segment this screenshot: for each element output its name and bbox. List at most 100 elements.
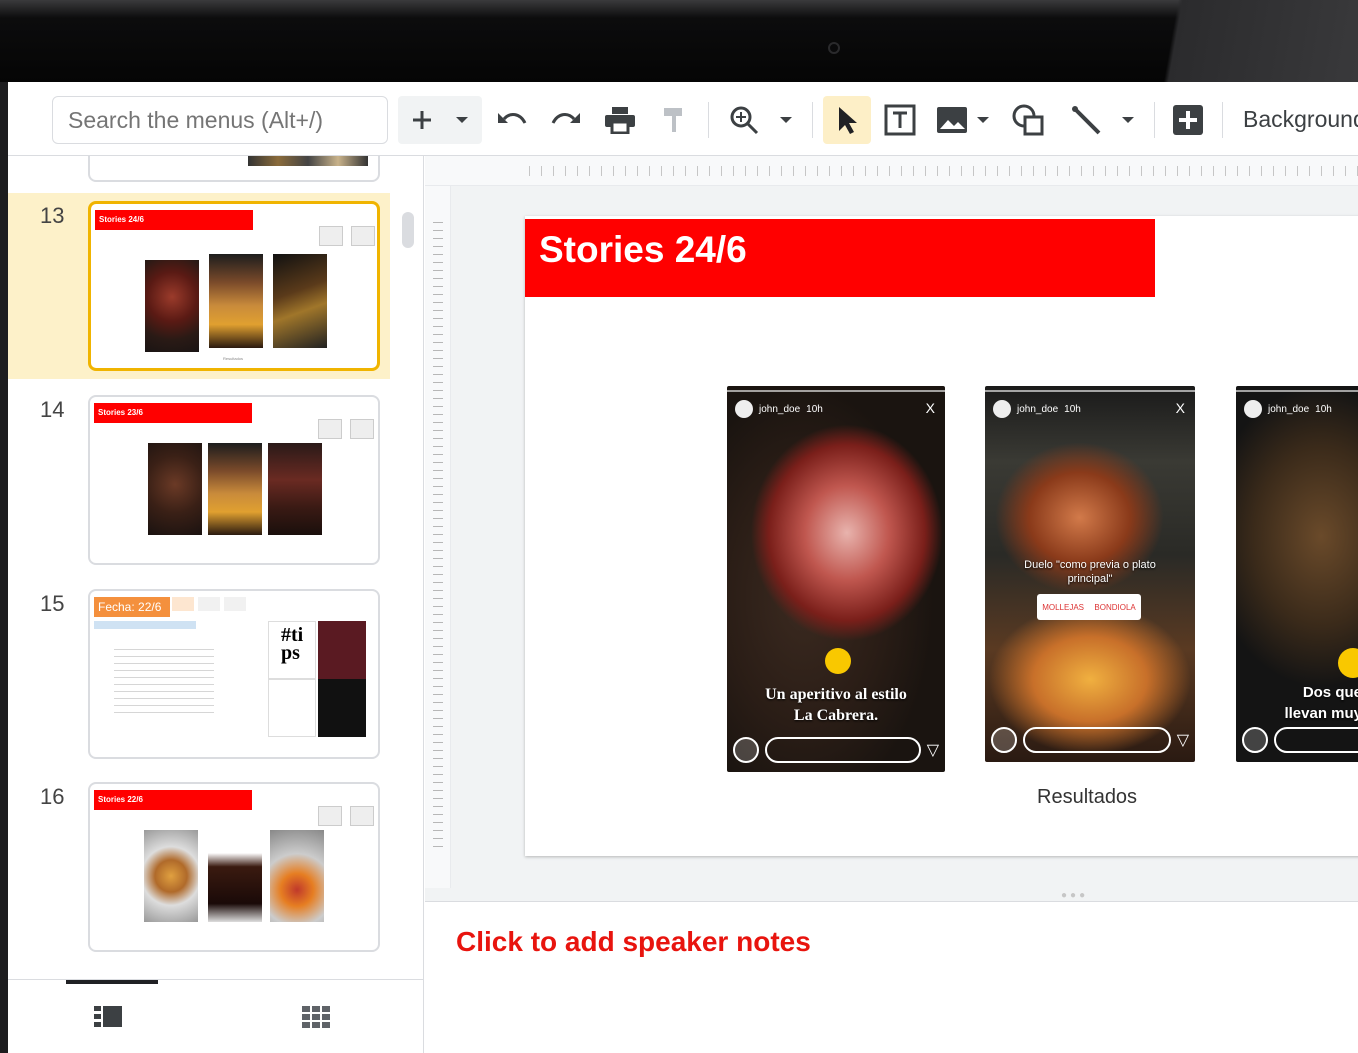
results-label[interactable]: Resultados (1037, 786, 1137, 809)
toolbar-separator (812, 102, 813, 138)
drag-handle-icon[interactable]: ●●● (1061, 890, 1088, 901)
thumbnail-story-image (209, 254, 263, 348)
avatar (993, 400, 1011, 418)
slide-title[interactable]: Stories 24/6 (539, 229, 747, 271)
print-icon[interactable] (600, 96, 640, 144)
story-reply-bar (1242, 726, 1358, 754)
thumbnail-story-image (270, 830, 324, 922)
story-time: 10h (1315, 403, 1332, 415)
zoom-icon[interactable] (724, 96, 764, 144)
filmstrip-scrollbar[interactable] (402, 212, 414, 248)
zoom-dropdown-icon[interactable] (772, 96, 800, 144)
line-dropdown-icon[interactable] (1114, 96, 1142, 144)
camera-icon (733, 737, 759, 763)
slide-thumbnail[interactable]: Stories 23/6 (88, 395, 380, 565)
line-icon[interactable] (1064, 96, 1108, 144)
toolbar: Background (8, 82, 1358, 156)
current-slide[interactable]: Stories 24/6 john_doe 10h X Un aperitivo… (525, 216, 1358, 856)
search-menus-input[interactable] (52, 96, 388, 144)
slide-thumbnail[interactable]: Stories 22/6 (88, 782, 380, 952)
story-reply-bar: ▽ (991, 726, 1189, 754)
undo-icon[interactable] (492, 96, 532, 144)
filmstrip-item-15[interactable]: 15 Fecha: 22/6 #ti ps (8, 581, 390, 767)
ok-hand-icon (825, 648, 851, 674)
avatar (735, 400, 753, 418)
speaker-notes-placeholder[interactable]: Click to add speaker notes (456, 926, 811, 958)
textbox-icon[interactable] (878, 96, 922, 144)
thumbnail-title: Stories 22/6 (94, 790, 252, 810)
image-dropdown-icon[interactable] (972, 96, 994, 144)
slide-filmstrip: 13 Stories 24/6 Resultados 14 Stories 23… (8, 156, 424, 979)
slide-number: 13 (40, 203, 65, 228)
grid-view-icon[interactable] (302, 1006, 330, 1033)
bezel-highlight (1150, 0, 1358, 82)
thumbnail-story-image (273, 254, 327, 348)
thumbnail-box (350, 806, 374, 826)
close-icon: X (925, 400, 935, 416)
story-image-1[interactable]: john_doe 10h X Un aperitivo al estilo La… (727, 386, 945, 772)
poll-option: MOLLEJAS (1042, 602, 1084, 612)
select-icon[interactable] (823, 96, 871, 144)
speaker-notes[interactable]: Click to add speaker notes (425, 902, 1358, 1053)
camera-icon (828, 42, 840, 54)
close-icon: X (1175, 400, 1185, 416)
story-image-3[interactable]: john_doe 10h Dos que llevan muy (1236, 386, 1358, 762)
reply-field (1023, 727, 1171, 753)
slide-number: 16 (40, 784, 65, 809)
thumbnail-box (172, 597, 194, 611)
story-username: john_doe (1268, 403, 1310, 415)
story-username: john_doe (759, 403, 801, 415)
slide-thumbnail[interactable]: Stories 24/6 Resultados (88, 201, 380, 371)
paint-format-icon[interactable] (654, 96, 694, 144)
thumbnail-box (319, 226, 343, 246)
story-progress-bar (985, 390, 1195, 392)
filmstrip-item-14[interactable]: 14 Stories 23/6 (8, 387, 390, 573)
thumbnail-story-image (268, 443, 322, 535)
filmstrip-item-16[interactable]: 16 Stories 22/6 (8, 774, 390, 960)
plus-icon[interactable] (402, 96, 442, 144)
thumbnail-story-image (208, 443, 262, 535)
send-icon: ▽ (926, 742, 939, 759)
story-progress-bar (727, 390, 945, 392)
story-header: john_doe 10h (993, 400, 1081, 418)
thumbnail-graphic (318, 679, 366, 737)
dropdown-icon[interactable] (448, 96, 476, 144)
new-slide-icon[interactable] (1168, 96, 1208, 144)
slide-number: 14 (40, 397, 65, 422)
shape-icon[interactable] (1006, 96, 1050, 144)
slide-thumbnail-previous[interactable] (88, 156, 380, 182)
poll-sticker: MOLLEJAS BONDIOLA (1037, 594, 1141, 620)
filmstrip-item-13[interactable]: 13 Stories 24/6 Resultados (8, 193, 390, 379)
thumbnail-title: Fecha: 22/6 (94, 597, 170, 617)
thumbnail-box (318, 806, 342, 826)
slide-canvas-area: Stories 24/6 john_doe 10h X Un aperitivo… (451, 186, 1358, 888)
notes-resize-handle[interactable]: ●●● (425, 888, 1358, 902)
filmstrip-view-icon[interactable] (94, 1006, 122, 1033)
reply-field (765, 737, 921, 763)
thumbnail-label (94, 621, 196, 629)
story-header: john_doe 10h (1244, 400, 1332, 418)
reply-field (1274, 727, 1358, 753)
title-bar[interactable]: Stories 24/6 (525, 219, 1155, 297)
slide-thumbnail[interactable]: Fecha: 22/6 #ti ps (88, 589, 380, 759)
vertical-ruler[interactable] (425, 186, 451, 888)
image-icon[interactable] (932, 96, 972, 144)
poll-option: BONDIOLA (1094, 602, 1136, 612)
story-header: john_doe 10h (735, 400, 823, 418)
filmstrip-view-switcher (8, 979, 424, 1053)
story-time: 10h (1064, 403, 1081, 415)
background-button[interactable]: Background (1243, 106, 1358, 133)
thumbnail-story-image (145, 260, 199, 352)
redo-icon[interactable] (546, 96, 586, 144)
story-progress-bar (1236, 390, 1358, 392)
toolbar-separator (1154, 102, 1155, 138)
avatar (1244, 400, 1262, 418)
story-caption: Duelo "como previa o plato principal" (1024, 559, 1156, 585)
story-caption: Un aperitivo al estilo La Cabrera. (765, 686, 907, 724)
thumbnail-caption: Resultados (223, 356, 244, 361)
story-time: 10h (806, 403, 823, 415)
thumbnail-image (248, 156, 368, 166)
story-image-2[interactable]: john_doe 10h X Duelo "como previa o plat… (985, 386, 1195, 762)
thumbnail-box (351, 226, 375, 246)
horizontal-ruler[interactable] (425, 156, 1358, 186)
